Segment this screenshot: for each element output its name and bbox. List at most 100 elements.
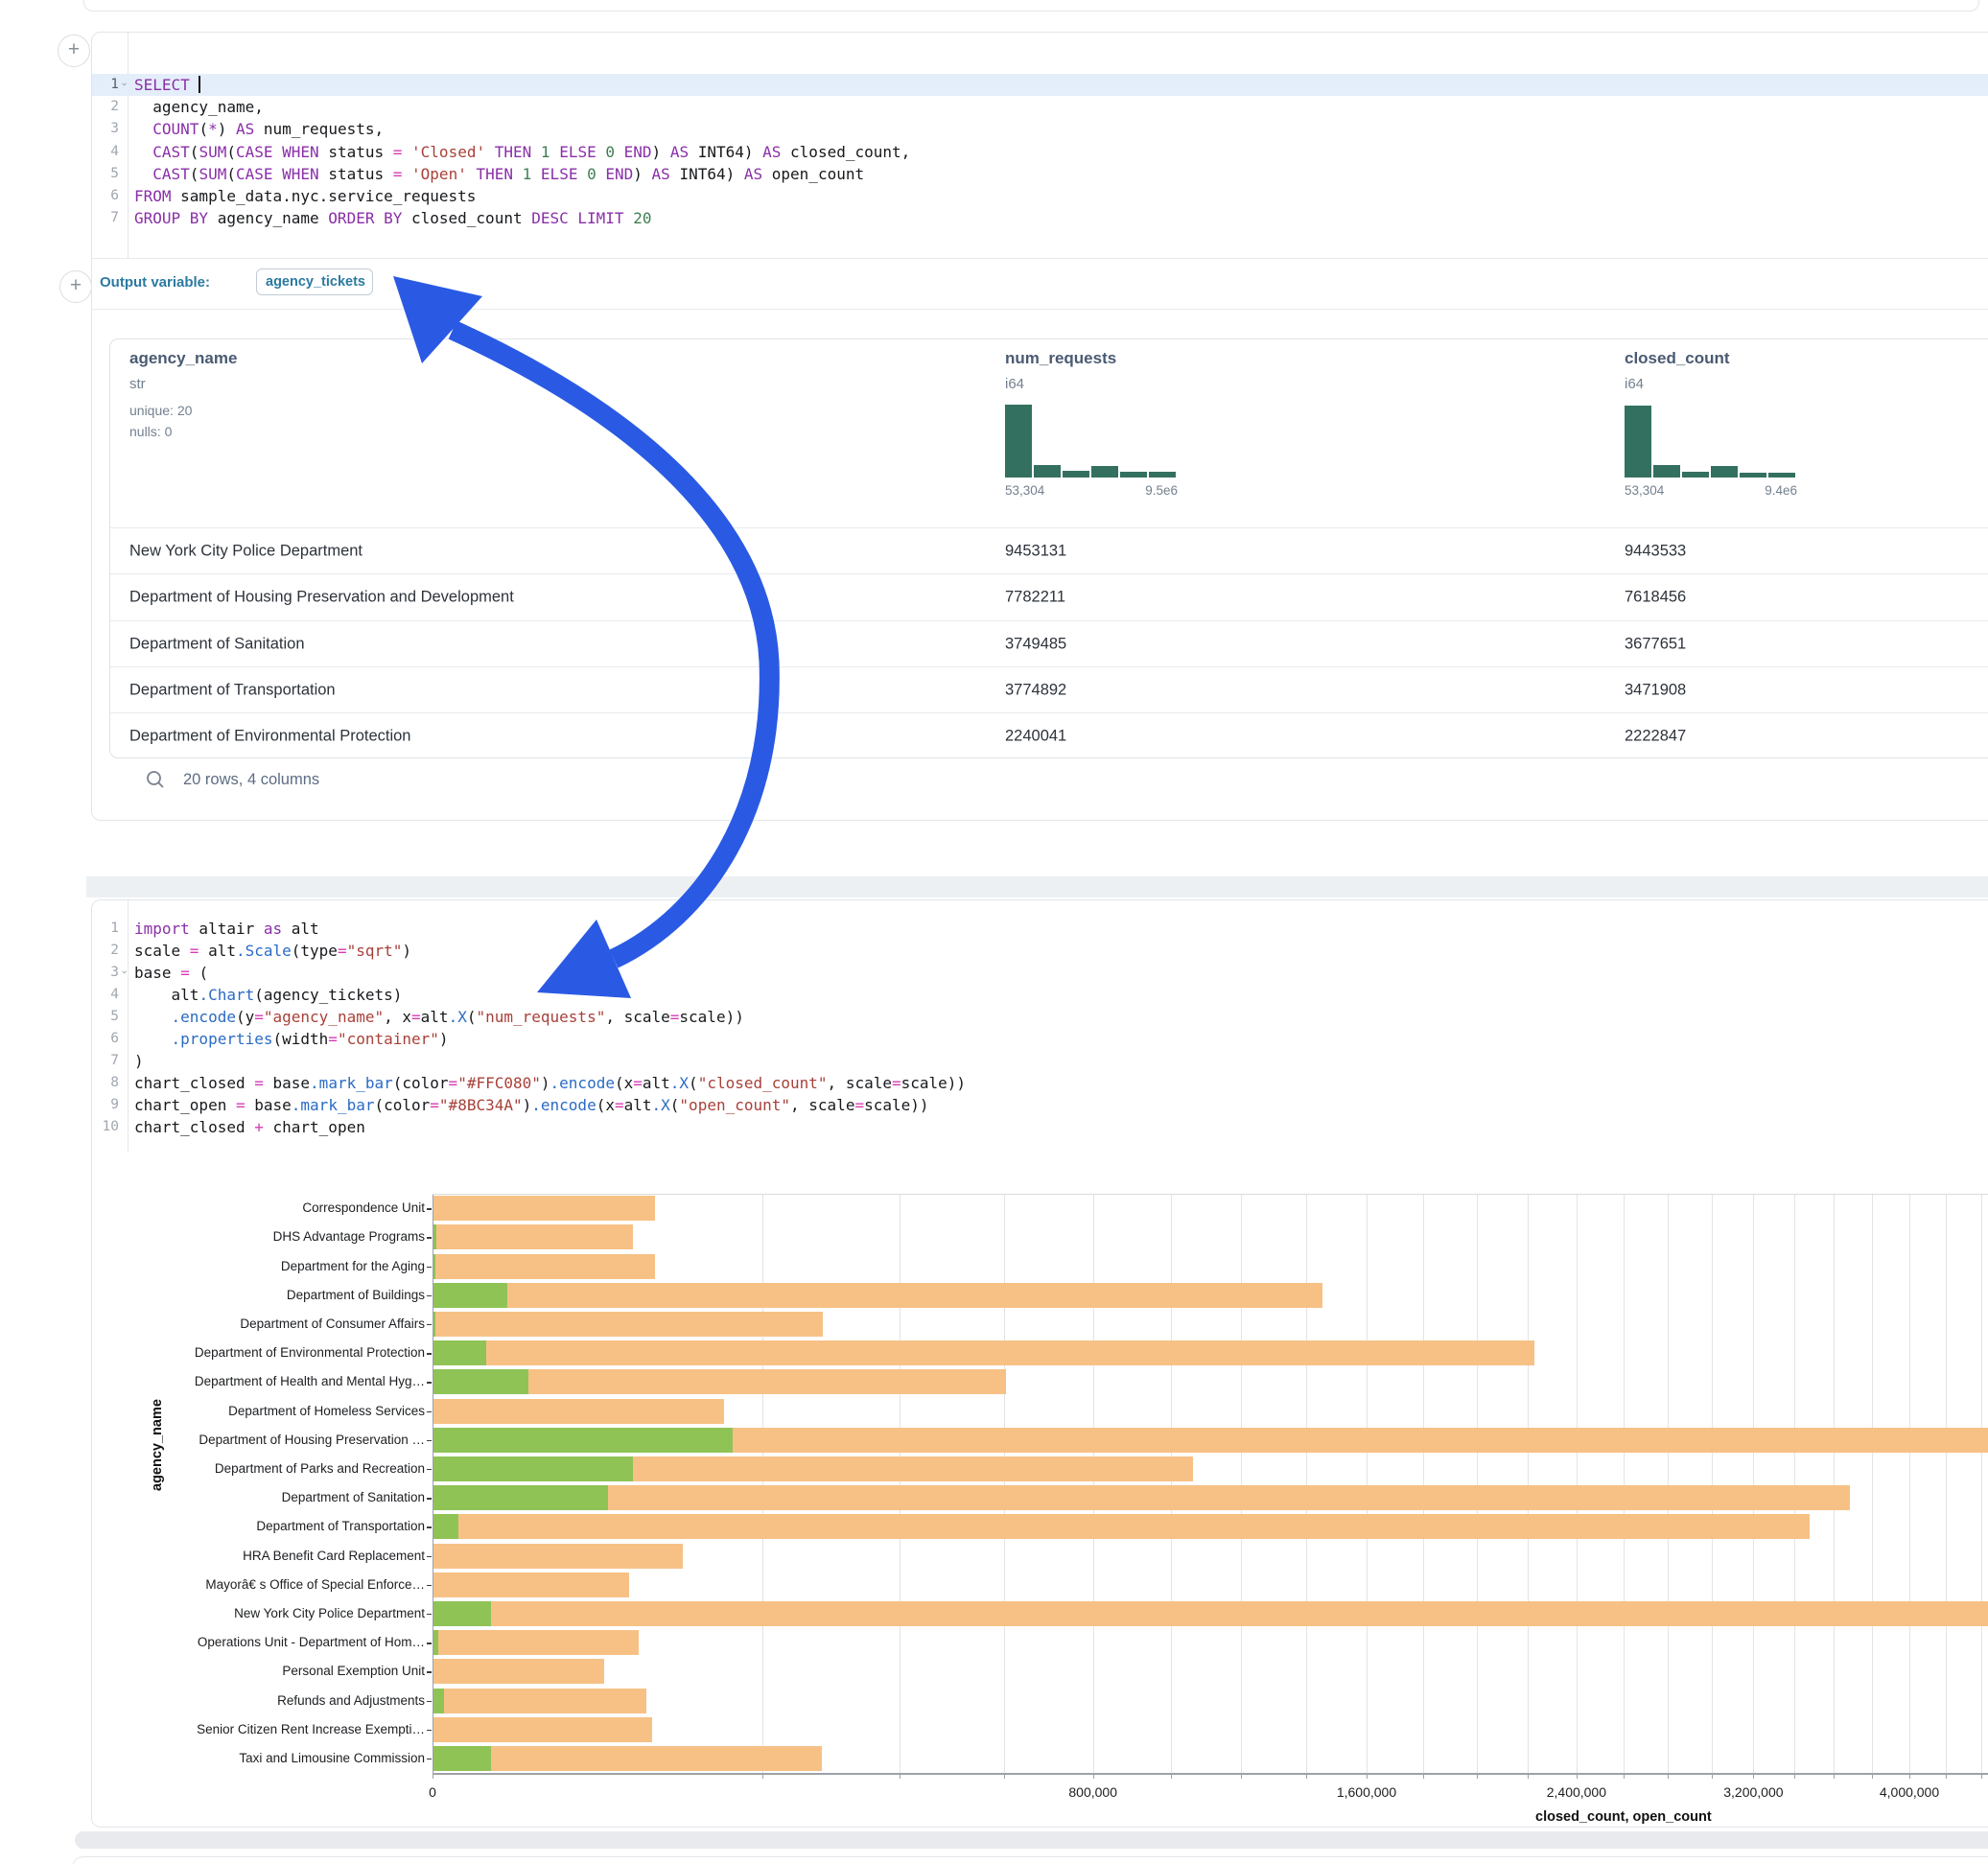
- bar-open-count[interactable]: [433, 1601, 491, 1626]
- bar-open-count[interactable]: [433, 1369, 528, 1394]
- cell-agency-name: Department of Environmental Protection: [129, 728, 410, 746]
- gridline: [1624, 1194, 1625, 1773]
- bar-closed-count[interactable]: [433, 1485, 1850, 1510]
- bar-closed-count[interactable]: [433, 1224, 633, 1249]
- bar-closed-count[interactable]: [433, 1746, 822, 1771]
- gridline: [1423, 1194, 1424, 1773]
- x-axis-tick-label: 2,400,000: [1547, 1784, 1606, 1800]
- bar-closed-count[interactable]: [433, 1659, 604, 1684]
- column-type: i64: [1625, 376, 1644, 392]
- bar-open-count[interactable]: [433, 1514, 458, 1539]
- bar-closed-count[interactable]: [433, 1717, 652, 1742]
- code-text: agency_name,: [134, 96, 264, 118]
- bar-closed-count[interactable]: [433, 1601, 1988, 1626]
- add-cell-button-middle[interactable]: +: [59, 270, 92, 303]
- bar-closed-count[interactable]: [433, 1399, 724, 1424]
- y-axis-label: Department of Health and Mental Hyg…: [108, 1374, 425, 1388]
- cell-agency-name: Department of Housing Preservation and D…: [129, 589, 514, 607]
- bar-open-count[interactable]: [433, 1224, 436, 1249]
- gridline: [1668, 1194, 1669, 1773]
- bar-closed-count[interactable]: [433, 1514, 1810, 1539]
- bar-open-count[interactable]: [433, 1283, 507, 1308]
- output-variable-label: Output variable:: [100, 274, 210, 291]
- horizontal-scrollbar-track[interactable]: [75, 1831, 1988, 1849]
- table-row[interactable]: Department of Sanitation37494853677651: [110, 620, 1988, 667]
- y-axis-label: Department of Environmental Protection: [108, 1345, 425, 1360]
- y-axis-label: HRA Benefit Card Replacement: [108, 1549, 425, 1563]
- gridline: [1241, 1194, 1242, 1773]
- line-number: 6: [92, 185, 119, 207]
- column-header: agency_name: [129, 349, 237, 368]
- cell-num-requests: 3774892: [1005, 682, 1066, 700]
- x-axis-tick: [1834, 1773, 1835, 1779]
- bar-open-count[interactable]: [433, 1340, 486, 1365]
- table-row[interactable]: Department of Housing Preservation and D…: [110, 573, 1988, 620]
- gridline: [1981, 1194, 1982, 1773]
- notebook-page: + + 1›SELECT 2 agency_name,3 COUNT(*) AS…: [0, 0, 1988, 1864]
- search-icon[interactable]: [145, 769, 166, 795]
- x-axis-tick: [1528, 1773, 1529, 1779]
- y-axis-title: agency_name: [150, 1399, 165, 1491]
- x-axis-tick: [1946, 1773, 1947, 1779]
- bar-closed-count[interactable]: [433, 1573, 629, 1597]
- bar-closed-count[interactable]: [433, 1630, 639, 1655]
- previous-cell-card-edge: [83, 0, 1979, 12]
- gridline: [1946, 1194, 1947, 1773]
- altair-chart-output: Correspondence UnitDHS Advantage Program…: [92, 900, 1988, 1827]
- code-text: GROUP BY agency_name ORDER BY closed_cou…: [134, 207, 651, 229]
- cell-closed-count: 2222847: [1625, 728, 1686, 746]
- y-axis-tick: [427, 1208, 432, 1210]
- sql-code-editor[interactable]: 1›SELECT 2 agency_name,3 COUNT(*) AS num…: [92, 33, 1988, 258]
- bar-open-count[interactable]: [433, 1428, 733, 1453]
- bar-closed-count[interactable]: [433, 1254, 655, 1279]
- y-axis-label: Personal Exemption Unit: [108, 1664, 425, 1678]
- y-axis-tick: [427, 1643, 432, 1644]
- gridline: [762, 1194, 763, 1773]
- bar-open-count[interactable]: [433, 1456, 633, 1481]
- bar-open-count[interactable]: [433, 1689, 444, 1713]
- bar-closed-count[interactable]: [433, 1283, 1322, 1308]
- cell-num-requests: 3749485: [1005, 635, 1066, 653]
- x-axis-tick-label: 4,000,000: [1880, 1784, 1939, 1800]
- code-line[interactable]: 5 CAST(SUM(CASE WHEN status = 'Open' THE…: [92, 163, 1988, 185]
- x-axis-title: closed_count, open_count: [1535, 1809, 1712, 1825]
- bar-open-count[interactable]: [433, 1312, 435, 1337]
- code-line[interactable]: 1›SELECT: [92, 74, 1988, 96]
- bar-closed-count[interactable]: [433, 1544, 683, 1569]
- gridline: [1004, 1194, 1005, 1773]
- gridline: [1477, 1194, 1478, 1773]
- code-line[interactable]: 6FROM sample_data.nyc.service_requests: [92, 185, 1988, 207]
- bar-open-count[interactable]: [433, 1630, 438, 1655]
- fold-chevron-icon[interactable]: ›: [114, 82, 136, 91]
- histogram-min-label: 53,304: [1625, 483, 1664, 498]
- x-axis-tick: [1306, 1773, 1307, 1779]
- x-axis-tick: [1753, 1773, 1754, 1779]
- histogram-min-label: 53,304: [1005, 483, 1044, 498]
- y-axis-label: Operations Unit - Department of Hom…: [108, 1635, 425, 1649]
- bar-closed-count[interactable]: [433, 1340, 1534, 1365]
- code-line[interactable]: 2 agency_name,: [92, 96, 1988, 118]
- table-row[interactable]: Department of Transportation377489234719…: [110, 666, 1988, 713]
- gridline: [1712, 1194, 1713, 1773]
- table-row[interactable]: New York City Police Department945313194…: [110, 527, 1988, 574]
- cell-divider: [92, 309, 1988, 310]
- bar-closed-count[interactable]: [433, 1196, 655, 1221]
- y-axis-label: Senior Citizen Rent Increase Exempti…: [108, 1722, 425, 1736]
- code-line[interactable]: 7GROUP BY agency_name ORDER BY closed_co…: [92, 207, 1988, 229]
- y-axis-tick: [427, 1730, 432, 1732]
- cell-closed-count: 3677651: [1625, 635, 1686, 653]
- bar-closed-count[interactable]: [433, 1312, 823, 1337]
- column-stat: nulls: 0: [129, 424, 172, 439]
- output-variable-input[interactable]: agency_tickets: [256, 268, 373, 295]
- bar-closed-count[interactable]: [433, 1689, 646, 1713]
- bar-open-count[interactable]: [433, 1746, 491, 1771]
- bar-open-count[interactable]: [433, 1485, 608, 1510]
- bar-open-count[interactable]: [433, 1254, 435, 1279]
- code-line[interactable]: 4 CAST(SUM(CASE WHEN status = 'Closed' T…: [92, 141, 1988, 163]
- gridline: [1577, 1194, 1578, 1773]
- add-cell-button-top[interactable]: +: [58, 35, 90, 67]
- table-row[interactable]: Department of Environmental Protection 22…: [110, 712, 1988, 758]
- y-axis-tick: [427, 1267, 432, 1269]
- code-line[interactable]: 3 COUNT(*) AS num_requests,: [92, 118, 1988, 140]
- y-axis-tick: [427, 1498, 432, 1500]
